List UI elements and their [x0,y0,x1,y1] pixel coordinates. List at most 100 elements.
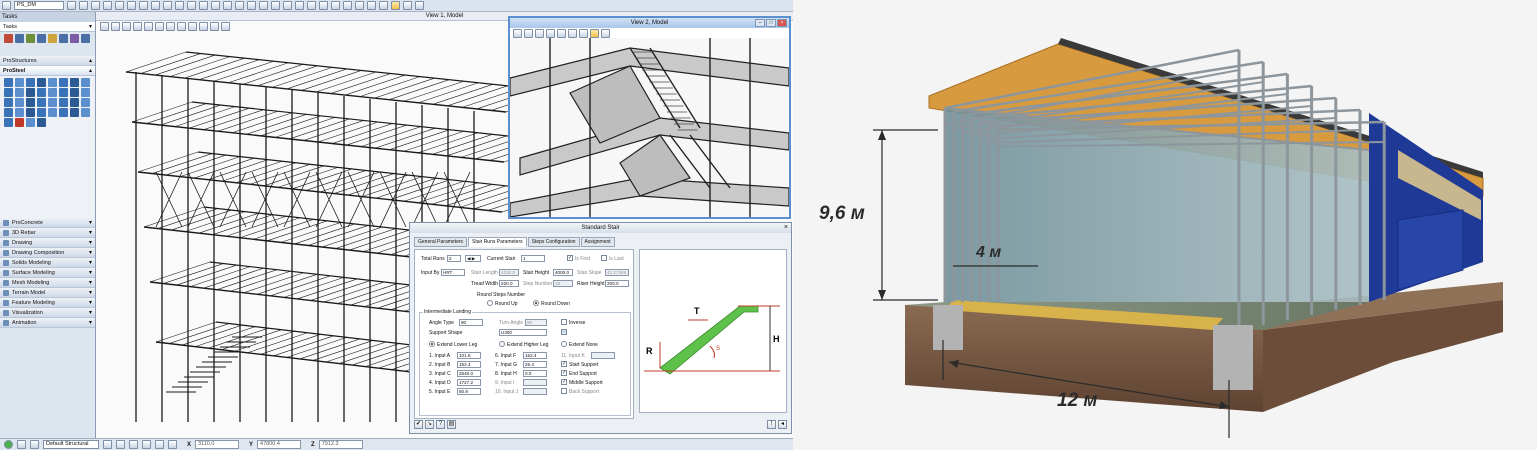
level-icon[interactable] [115,1,124,10]
tab-assignment[interactable]: Assignment [580,237,615,247]
y-coordinate[interactable]: 47800.4 [257,440,302,449]
help-icon[interactable]: ? [436,420,445,429]
input-field[interactable]: 152.4 [457,361,481,368]
view-attributes-icon[interactable] [513,29,522,38]
stair-slope-field[interactable]: 42.27369 [605,269,629,276]
status-green-icon[interactable] [4,440,13,449]
plates-icon[interactable] [343,1,352,10]
haunch-icon[interactable] [37,98,46,107]
walk-icon[interactable] [579,29,588,38]
bolt-icon[interactable] [4,88,13,97]
stairs-icon[interactable] [391,1,400,10]
lock-icon[interactable] [103,440,112,449]
render-icon[interactable] [601,29,610,38]
support-shape-field[interactable]: U300 [499,329,547,336]
move-icon[interactable] [26,34,35,43]
copy-icon[interactable] [37,34,46,43]
section-drawing-composition[interactable]: Drawing Composition ▾ [0,248,95,258]
current-stair-select[interactable]: 1 [521,255,545,262]
welds-icon[interactable] [379,1,388,10]
grid-status-icon[interactable] [129,440,138,449]
bill-of-material-icon[interactable] [15,108,24,117]
splice-icon[interactable] [70,98,79,107]
round-up-radio[interactable] [487,300,493,306]
input-field[interactable]: 2540.0 [457,370,481,377]
lights-icon[interactable] [271,1,280,10]
input-k-field[interactable] [591,352,615,359]
section-feature-modeling[interactable]: Feature Modeling ▾ [0,298,95,308]
shape-icon[interactable] [4,78,13,87]
check-icon[interactable] [37,108,46,117]
apply-icon[interactable]: ↘ [425,420,434,429]
support-checkbox[interactable]: ✓ [561,361,567,367]
classes-icon[interactable] [70,108,79,117]
models-icon[interactable] [235,1,244,10]
snap-icon[interactable] [175,1,184,10]
grid-icon[interactable] [403,1,412,10]
stair-tool-icon[interactable] [48,88,57,97]
grating-icon[interactable] [81,88,90,97]
line-style-icon[interactable] [151,1,160,10]
numbering-icon[interactable] [26,108,35,117]
connections-icon[interactable] [355,1,364,10]
ortho-icon[interactable] [168,440,177,449]
input-field[interactable]: 101.6 [457,352,481,359]
close-icon[interactable]: × [777,19,787,27]
snap-mode-icon[interactable] [17,440,26,449]
input-field[interactable]: 50.8 [457,388,481,395]
raster-icon[interactable] [223,1,232,10]
modify-icon[interactable] [48,34,57,43]
column-icon[interactable] [37,78,46,87]
section-proconcrete[interactable]: ProConcrete ▾ [0,218,95,228]
references-icon[interactable] [211,1,220,10]
display-style-icon[interactable] [590,29,599,38]
shape-browse-icon[interactable]: ⋯ [561,329,567,335]
turn-angle-field[interactable]: 90 [525,319,547,326]
minimize-icon[interactable]: – [755,19,765,27]
mirror-icon[interactable] [70,34,79,43]
database-icon[interactable] [37,118,46,127]
support-checkbox[interactable] [561,388,567,394]
is-first-checkbox[interactable]: ✓ [567,255,573,261]
back-icon[interactable]: ◂ [778,420,787,429]
support-checkbox[interactable]: ✓ [561,379,567,385]
run-navigator[interactable]: ◀ ▶ [465,255,481,262]
fit-view-icon[interactable] [546,29,555,38]
measure-icon[interactable] [199,1,208,10]
detail-icon[interactable] [4,108,13,117]
scale-icon[interactable] [81,34,90,43]
render-icon[interactable] [259,1,268,10]
bolts-icon[interactable] [367,1,376,10]
weld-icon[interactable] [15,88,24,97]
hole-icon[interactable] [81,98,90,107]
import-icon[interactable] [59,108,68,117]
inverse-checkbox[interactable] [561,319,567,325]
accudraw-status-icon[interactable] [116,440,125,449]
red-tool-icon[interactable] [15,118,24,127]
layers-icon[interactable] [415,1,424,10]
extend-higher-radio[interactable] [499,341,505,347]
section-prosteel[interactable]: ProSteel ▴ [0,66,95,76]
gusset-icon[interactable] [59,98,68,107]
active-level-select[interactable]: Default Structural [43,440,99,449]
print-icon[interactable] [247,1,256,10]
z-coordinate[interactable]: 7912.3 [318,440,363,449]
clip-icon[interactable] [48,98,57,107]
tab-steps-configuration[interactable]: Steps Configuration [527,237,580,247]
select-icon[interactable] [103,1,112,10]
saved-views-icon[interactable] [307,1,316,10]
frame-icon[interactable] [81,78,90,87]
delete-icon[interactable] [15,34,24,43]
rotate-icon[interactable] [59,34,68,43]
input-field[interactable]: 152.4 [523,352,547,359]
level-lock-icon[interactable] [30,440,39,449]
info-icon[interactable]: ! [767,420,776,429]
camera-icon[interactable] [295,1,304,10]
tasks-select[interactable]: Tasks ▾ [0,22,95,32]
angle-type-select[interactable]: 90 [459,319,483,326]
stiffener-icon[interactable] [26,98,35,107]
extend-none-radio[interactable] [561,341,567,347]
section-mesh-modeling[interactable]: Mesh Modeling ▾ [0,278,95,288]
properties-icon[interactable] [81,108,90,117]
section-surface-modeling[interactable]: Surface Modeling ▾ [0,268,95,278]
